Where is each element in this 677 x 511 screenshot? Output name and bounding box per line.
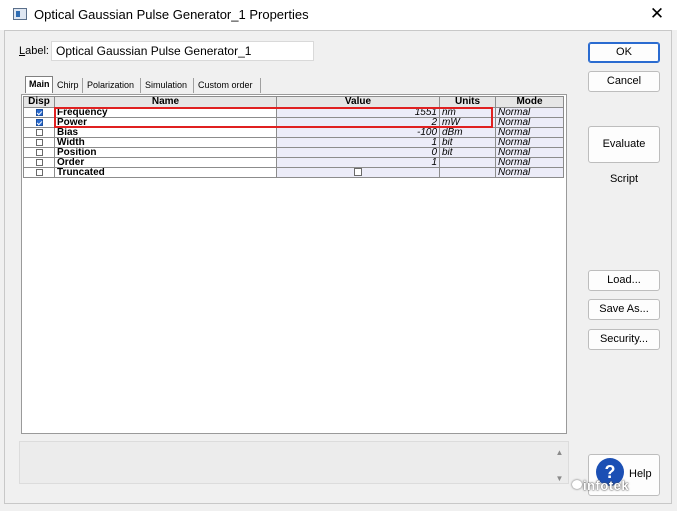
scroll-up-icon[interactable]: ▲ xyxy=(555,448,564,457)
param-value-cell[interactable] xyxy=(276,167,440,178)
wechat-watermark-icon xyxy=(572,480,582,489)
param-units[interactable]: bit xyxy=(439,137,496,148)
cancel-button[interactable]: Cancel xyxy=(588,71,660,92)
col-header-units[interactable]: Units xyxy=(439,96,496,108)
disp-checkbox[interactable] xyxy=(35,138,43,146)
col-header-mode[interactable]: Mode xyxy=(495,96,564,108)
table-row[interactable]: Truncated Normal xyxy=(23,167,564,178)
param-mode[interactable]: Normal xyxy=(495,167,564,178)
param-value[interactable]: 1 xyxy=(276,137,440,148)
evaluate-script-button[interactable]: Evaluate Script xyxy=(588,126,660,185)
save-as-button[interactable]: Save As... xyxy=(588,299,660,320)
watermark: infotek xyxy=(583,478,630,493)
highlight-box xyxy=(54,107,493,128)
param-name: Truncated xyxy=(54,167,277,178)
param-units[interactable] xyxy=(439,167,496,178)
load-button[interactable]: Load... xyxy=(588,270,660,291)
tab-polarization[interactable]: Polarization xyxy=(84,78,141,93)
param-mode[interactable]: Normal xyxy=(495,117,564,128)
col-header-disp[interactable]: Disp xyxy=(23,96,55,108)
tab-chirp[interactable]: Chirp xyxy=(54,78,83,93)
disp-checkbox[interactable] xyxy=(35,158,43,166)
ok-button[interactable]: OK xyxy=(588,42,660,63)
col-header-name[interactable]: Name xyxy=(54,96,277,108)
table-header-row: Disp Name Value Units Mode xyxy=(23,96,564,108)
param-name: Width xyxy=(54,137,277,148)
table-row[interactable]: Position 0 bit Normal xyxy=(23,147,564,158)
disp-checkbox[interactable] xyxy=(35,128,43,136)
label-input[interactable]: Optical Gaussian Pulse Generator_1 xyxy=(51,41,314,61)
disp-checkbox[interactable] xyxy=(35,148,43,156)
param-value[interactable]: 0 xyxy=(276,147,440,158)
col-header-value[interactable]: Value xyxy=(276,96,440,108)
param-units[interactable]: dBm xyxy=(439,127,496,138)
param-value[interactable]: 1 xyxy=(276,157,440,168)
param-mode[interactable]: Normal xyxy=(495,107,564,118)
scroll-down-icon[interactable]: ▼ xyxy=(555,474,564,483)
tab-main[interactable]: Main xyxy=(25,76,53,93)
param-value[interactable]: -100 xyxy=(276,127,440,138)
help-label: Help xyxy=(629,468,652,480)
disp-checkbox[interactable] xyxy=(35,108,43,116)
param-name: Order xyxy=(54,157,277,168)
param-mode[interactable]: Normal xyxy=(495,157,564,168)
param-units[interactable] xyxy=(439,157,496,168)
window-title: Optical Gaussian Pulse Generator_1 Prope… xyxy=(34,7,309,22)
description-area xyxy=(19,441,569,484)
disp-checkbox[interactable] xyxy=(35,118,43,126)
table-row[interactable]: Order 1 Normal xyxy=(23,157,564,168)
app-icon xyxy=(13,8,27,20)
tab-simulation[interactable]: Simulation xyxy=(142,78,194,93)
param-mode[interactable]: Normal xyxy=(495,127,564,138)
disp-checkbox[interactable] xyxy=(35,168,43,176)
table-row[interactable]: Bias -100 dBm Normal xyxy=(23,127,564,138)
param-name: Position xyxy=(54,147,277,158)
security-button[interactable]: Security... xyxy=(588,329,660,350)
tab-custom-order[interactable]: Custom order xyxy=(195,78,261,93)
param-mode[interactable]: Normal xyxy=(495,137,564,148)
label-caption: Label: xyxy=(19,45,49,57)
table-row[interactable]: Width 1 bit Normal xyxy=(23,137,564,148)
param-name: Bias xyxy=(54,127,277,138)
param-mode[interactable]: Normal xyxy=(495,147,564,158)
truncated-value-checkbox[interactable] xyxy=(354,168,362,177)
param-units[interactable]: bit xyxy=(439,147,496,158)
close-icon[interactable]: ✕ xyxy=(646,3,668,25)
